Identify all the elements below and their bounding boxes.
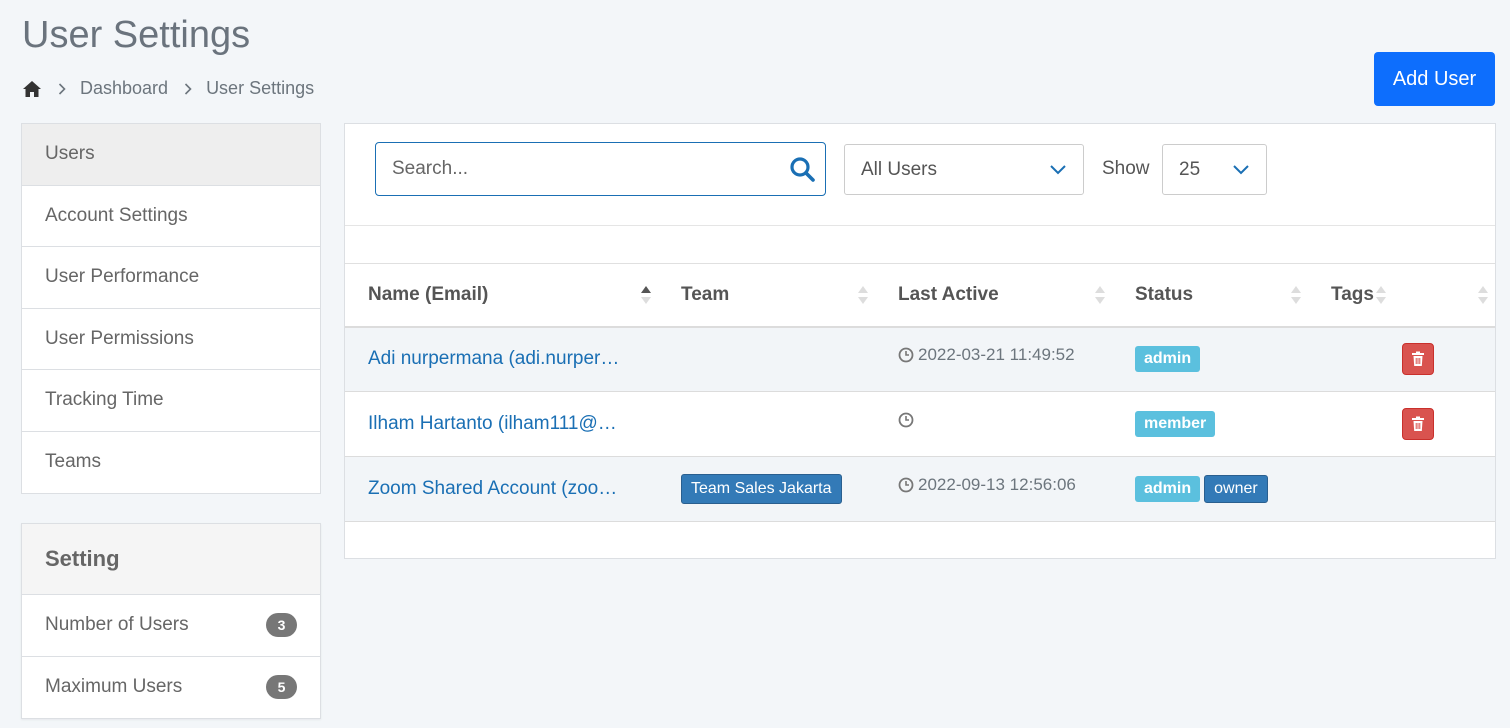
column-header-last-active[interactable]: Last Active <box>875 264 1112 327</box>
users-panel: All Users Show 25 Name (Email) Team <box>344 123 1496 559</box>
search-icon[interactable] <box>779 156 825 182</box>
last-active: 2022-09-13 12:56:06 <box>898 475 1112 495</box>
breadcrumb: Dashboard User Settings <box>22 78 314 99</box>
chevron-right-icon <box>58 82 66 95</box>
sidebar-item-user-performance[interactable]: User Performance <box>22 247 320 309</box>
user-name-link[interactable]: Zoom Shared Account (zoo… <box>368 478 617 499</box>
status-badge-admin: admin <box>1135 346 1201 373</box>
tags-cell <box>1308 392 1379 457</box>
setting-title: Setting <box>22 524 320 595</box>
search-input[interactable] <box>376 143 779 195</box>
breadcrumb-user-settings: User Settings <box>206 78 315 98</box>
home-icon[interactable] <box>22 80 42 98</box>
last-active <box>898 412 1112 428</box>
users-table: Name (Email) Team Last Active Status Tag… <box>345 263 1495 522</box>
column-header-tags[interactable]: Tags <box>1308 264 1386 327</box>
page-size-value: 25 <box>1179 158 1201 180</box>
team-badge: Team Sales Jakarta <box>681 474 842 504</box>
maximum-users-item: Maximum Users 5 <box>22 657 320 719</box>
column-header-name[interactable]: Name (Email) <box>345 264 658 327</box>
trash-icon <box>1411 416 1425 432</box>
table-row: Zoom Shared Account (zoo… Team Sales Jak… <box>345 456 1495 522</box>
sort-icon <box>857 284 869 306</box>
column-header-team[interactable]: Team <box>658 264 875 327</box>
column-header-actions[interactable] <box>1379 264 1495 327</box>
team-cell <box>658 327 875 392</box>
actions-cell <box>1379 457 1495 522</box>
setting-item-label: Maximum Users <box>45 676 183 698</box>
sidebar-item-label: User Permissions <box>45 327 194 349</box>
setting-item-label: Number of Users <box>45 614 189 636</box>
chevron-down-icon <box>1049 164 1067 175</box>
clock-icon <box>898 477 914 493</box>
delete-user-button[interactable] <box>1402 408 1434 440</box>
sidebar-item-label: Tracking Time <box>45 389 164 411</box>
tags-cell <box>1308 457 1379 522</box>
breadcrumb-dashboard[interactable]: Dashboard <box>80 78 168 99</box>
show-label: Show <box>1102 158 1150 179</box>
status-badge-owner: owner <box>1204 475 1268 503</box>
last-active: 2022-03-21 11:49:52 <box>898 345 1112 365</box>
sidebar-item-users[interactable]: Users <box>22 124 320 186</box>
search-box <box>375 142 826 196</box>
chevron-right-icon <box>184 82 192 95</box>
sidebar-item-label: Users <box>45 143 95 165</box>
sidebar-item-label: Teams <box>45 451 101 473</box>
user-name-link[interactable]: Adi nurpermana (adi.nurper… <box>368 348 619 369</box>
clock-icon <box>898 347 914 363</box>
sidebar-item-account-settings[interactable]: Account Settings <box>22 186 320 247</box>
tags-cell <box>1308 327 1379 392</box>
sort-icon <box>1477 284 1489 306</box>
page-size-select[interactable]: 25 <box>1162 144 1267 195</box>
filter-value: All Users <box>861 158 938 180</box>
trash-icon <box>1411 351 1425 367</box>
count-badge: 3 <box>266 613 297 638</box>
sidebar-item-user-permissions[interactable]: User Permissions <box>22 309 320 370</box>
sidebar-item-label: User Performance <box>45 266 200 288</box>
table-row: Adi nurpermana (adi.nurper… 2022-03-21 1… <box>345 326 1495 392</box>
column-header-status[interactable]: Status <box>1112 264 1308 327</box>
sidebar-item-label: Account Settings <box>45 204 188 226</box>
status-badge-admin: admin <box>1135 476 1201 502</box>
divider <box>345 225 1495 226</box>
sidebar-item-teams[interactable]: Teams <box>22 432 320 494</box>
status-badge-member: member <box>1135 411 1216 437</box>
sidebar-item-tracking-time[interactable]: Tracking Time <box>22 370 320 432</box>
user-filter-select[interactable]: All Users <box>844 144 1084 195</box>
sidebar-nav: Users Account Settings User Performance … <box>21 123 321 494</box>
team-cell <box>658 392 875 457</box>
sort-icon <box>1094 284 1106 306</box>
table-row: Ilham Hartanto (ilham111@… member <box>345 392 1495 457</box>
setting-panel: Setting Number of Users 3 Maximum Users … <box>21 523 321 719</box>
add-user-button[interactable]: Add User <box>1374 52 1495 106</box>
sort-icon <box>1290 284 1302 306</box>
delete-user-button[interactable] <box>1402 343 1434 376</box>
count-badge: 5 <box>266 675 297 700</box>
clock-icon <box>898 412 914 428</box>
number-of-users-item: Number of Users 3 <box>22 595 320 657</box>
chevron-down-icon <box>1232 164 1250 175</box>
user-name-link[interactable]: Ilham Hartanto (ilham111@… <box>368 413 617 434</box>
page-title: User Settings <box>22 14 251 56</box>
sort-asc-icon <box>640 284 652 306</box>
